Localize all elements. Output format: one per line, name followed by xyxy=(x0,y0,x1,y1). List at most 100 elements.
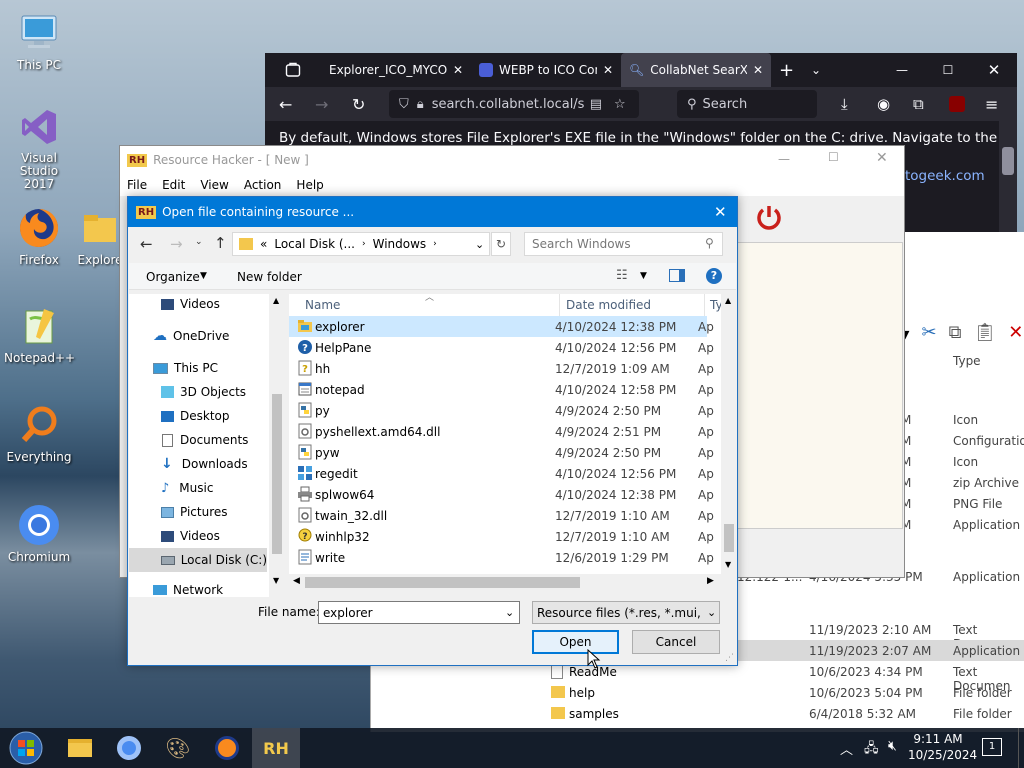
desktop-icon-notepadpp[interactable]: Notepad++ xyxy=(4,303,75,365)
network-icon[interactable]: 🖧︎ xyxy=(864,739,879,761)
delete-x-icon[interactable]: ✕ xyxy=(1008,322,1023,343)
file-row[interactable]: pyw 4/9/2024 2:50 PM Ap xyxy=(289,442,714,463)
file-row[interactable]: notepad 4/10/2024 12:58 PM Ap xyxy=(289,379,714,400)
desktop-icon-this-pc[interactable]: This PC xyxy=(4,10,74,72)
file-list-hscrollbar[interactable]: ◀ ▶ xyxy=(289,574,721,591)
taskbar-chromium[interactable] xyxy=(105,728,153,768)
scroll-down-arrow-icon[interactable]: ▼ xyxy=(273,576,279,585)
nav-scrollbar[interactable]: ▲ ▼ xyxy=(269,294,285,597)
refresh-button[interactable]: ↻ xyxy=(491,232,511,256)
maximize-button[interactable]: ☐ xyxy=(925,53,971,87)
show-hidden-icons-chevron-icon[interactable]: ︿ xyxy=(840,739,853,758)
close-icon[interactable]: ✕ xyxy=(714,203,727,221)
table-row[interactable]: samples 6/4/2018 5:32 AM File folder xyxy=(371,703,1024,724)
scroll-down-arrow-icon[interactable]: ▼ xyxy=(725,560,731,569)
notification-center-icon[interactable]: 1 xyxy=(982,738,1002,756)
scroll-left-arrow-icon[interactable]: ◀ xyxy=(293,576,300,586)
rh-editor-pane[interactable] xyxy=(737,242,903,529)
column-header-date[interactable]: Date modified xyxy=(566,298,651,312)
clock[interactable]: 9:11 AM 10/25/2024 xyxy=(908,731,977,763)
account-icon[interactable]: ◉ xyxy=(877,95,890,113)
breadcrumb-item[interactable]: Windows xyxy=(373,237,427,251)
scrollbar-thumb[interactable] xyxy=(272,394,282,554)
start-button[interactable] xyxy=(2,728,50,768)
menu-edit[interactable]: Edit xyxy=(162,178,185,192)
taskbar-paint[interactable]: 🎨︎ xyxy=(154,728,202,768)
reload-icon[interactable]: ↻ xyxy=(352,95,365,114)
minimize-button[interactable]: — xyxy=(879,53,925,87)
ublock-icon[interactable] xyxy=(949,96,965,112)
browser-search-box[interactable]: ⚲ Search xyxy=(677,90,817,118)
scrollbar-thumb[interactable] xyxy=(1002,147,1014,175)
scrollbar[interactable] xyxy=(999,121,1017,233)
tab-overview-icon[interactable] xyxy=(265,53,321,87)
filename-input[interactable]: explorer xyxy=(323,606,373,620)
file-row[interactable]: py 4/9/2024 2:50 PM Ap xyxy=(289,400,714,421)
filename-combobox[interactable]: explorer ⌄ xyxy=(318,601,520,624)
desktop-icon-firefox[interactable]: Firefox xyxy=(4,205,74,267)
scroll-up-arrow-icon[interactable]: ▲ xyxy=(273,296,279,305)
browser-tab[interactable]: Explorer_ICO_MYCOMI ✕ xyxy=(321,53,471,87)
new-folder-button[interactable]: New folder xyxy=(237,270,302,284)
nav-item-onedrive[interactable]: ☁ OneDrive xyxy=(129,324,229,348)
close-button[interactable]: ✕ xyxy=(876,150,888,166)
file-row[interactable]: ? HelpPane 4/10/2024 12:56 PM Ap xyxy=(289,337,714,358)
taskbar-resource-hacker[interactable]: RH xyxy=(252,728,300,768)
back-arrow-icon[interactable]: ← xyxy=(140,235,153,253)
menu-help[interactable]: Help xyxy=(296,178,323,192)
paste-clipboard-icon[interactable]: 📋︎ xyxy=(973,322,996,343)
back-arrow-icon[interactable]: ← xyxy=(279,95,292,114)
file-row-selected[interactable]: explorer 4/10/2024 12:38 PM Ap xyxy=(289,316,714,337)
filetype-select[interactable]: Resource files (*.res, *.mui, *.dll ⌄ xyxy=(532,601,720,624)
breadcrumb-overflow[interactable]: « xyxy=(260,237,267,251)
file-list-vscrollbar[interactable]: ▲ ▼ xyxy=(721,294,737,574)
reader-view-icon[interactable]: ▤ xyxy=(590,97,602,112)
table-row[interactable]: help 10/6/2023 5:04 PM File folder xyxy=(371,682,1024,703)
tab-close-icon[interactable]: ✕ xyxy=(453,63,463,77)
file-row[interactable]: ? winhlp32 12/7/2019 1:10 AM Ap xyxy=(289,526,714,547)
recent-locations-chevron-icon[interactable]: ⌄ xyxy=(195,237,203,247)
maximize-button[interactable]: ☐ xyxy=(828,150,839,164)
file-row[interactable]: twain_32.dll 12/7/2019 1:10 AM Ap xyxy=(289,505,714,526)
file-row[interactable]: pyshellext.amd64.dll 4/9/2024 2:51 PM Ap xyxy=(289,421,714,442)
scrollbar-thumb[interactable] xyxy=(305,577,580,588)
taskbar-file-explorer[interactable] xyxy=(56,728,104,768)
nav-item-downloads[interactable]: ↓ Downloads xyxy=(129,452,248,476)
volume-muted-icon[interactable]: 🔇︎ xyxy=(888,738,897,754)
power-icon[interactable] xyxy=(754,202,784,232)
menu-action[interactable]: Action xyxy=(244,178,282,192)
show-desktop-button[interactable] xyxy=(1018,728,1024,768)
extensions-icon[interactable]: ⧉ xyxy=(913,95,924,113)
cut-scissors-icon[interactable]: ✂ xyxy=(921,322,936,343)
scrollbar-thumb[interactable] xyxy=(724,524,734,552)
download-icon[interactable]: ⤓ xyxy=(841,95,848,113)
chevron-down-icon[interactable]: ⌄ xyxy=(475,238,484,251)
menu-hamburger-icon[interactable]: ≡ xyxy=(985,95,998,114)
page-link[interactable]: togeek.com xyxy=(905,168,985,184)
nav-item-music[interactable]: ♪ Music xyxy=(129,476,213,500)
forward-arrow-icon[interactable]: → xyxy=(315,95,328,114)
taskbar-firefox[interactable] xyxy=(203,728,251,768)
nav-item-videos-2[interactable]: Videos xyxy=(129,524,220,548)
breadcrumb[interactable]: « Local Disk (... › Windows › ⌄ xyxy=(232,232,490,256)
view-options-icon[interactable]: ☷ xyxy=(616,268,628,283)
breadcrumb-item[interactable]: Local Disk (... xyxy=(274,237,355,251)
file-row[interactable]: splwow64 4/10/2024 12:38 PM Ap xyxy=(289,484,714,505)
nav-item-videos[interactable]: Videos xyxy=(129,294,220,316)
up-arrow-icon[interactable]: ↑ xyxy=(214,234,227,252)
desktop-icon-visual-studio[interactable]: Visual Studio 2017 xyxy=(4,104,74,191)
nav-item-network[interactable]: Network xyxy=(129,578,223,597)
nav-item-documents[interactable]: Documents xyxy=(129,428,248,452)
browser-tab-active[interactable]: 🔍︎ CollabNet SearXN ✕ xyxy=(621,53,771,87)
nav-item-desktop[interactable]: Desktop xyxy=(129,404,230,428)
resize-grip-icon[interactable]: ⋰ xyxy=(725,653,734,663)
desktop-icon-chromium[interactable]: Chromium xyxy=(4,502,74,564)
chevron-down-icon[interactable]: ⌄ xyxy=(505,606,514,619)
scroll-right-arrow-icon[interactable]: ▶ xyxy=(707,576,714,586)
file-row[interactable]: regedit 4/10/2024 12:56 PM Ap xyxy=(289,463,714,484)
nav-item-this-pc[interactable]: This PC xyxy=(129,356,218,380)
organize-button[interactable]: Organize xyxy=(146,270,200,284)
forward-arrow-icon[interactable]: → xyxy=(170,235,183,253)
bookmark-star-icon[interactable]: ☆ xyxy=(614,97,626,112)
search-input[interactable]: Search Windows ⚲ xyxy=(524,232,723,256)
